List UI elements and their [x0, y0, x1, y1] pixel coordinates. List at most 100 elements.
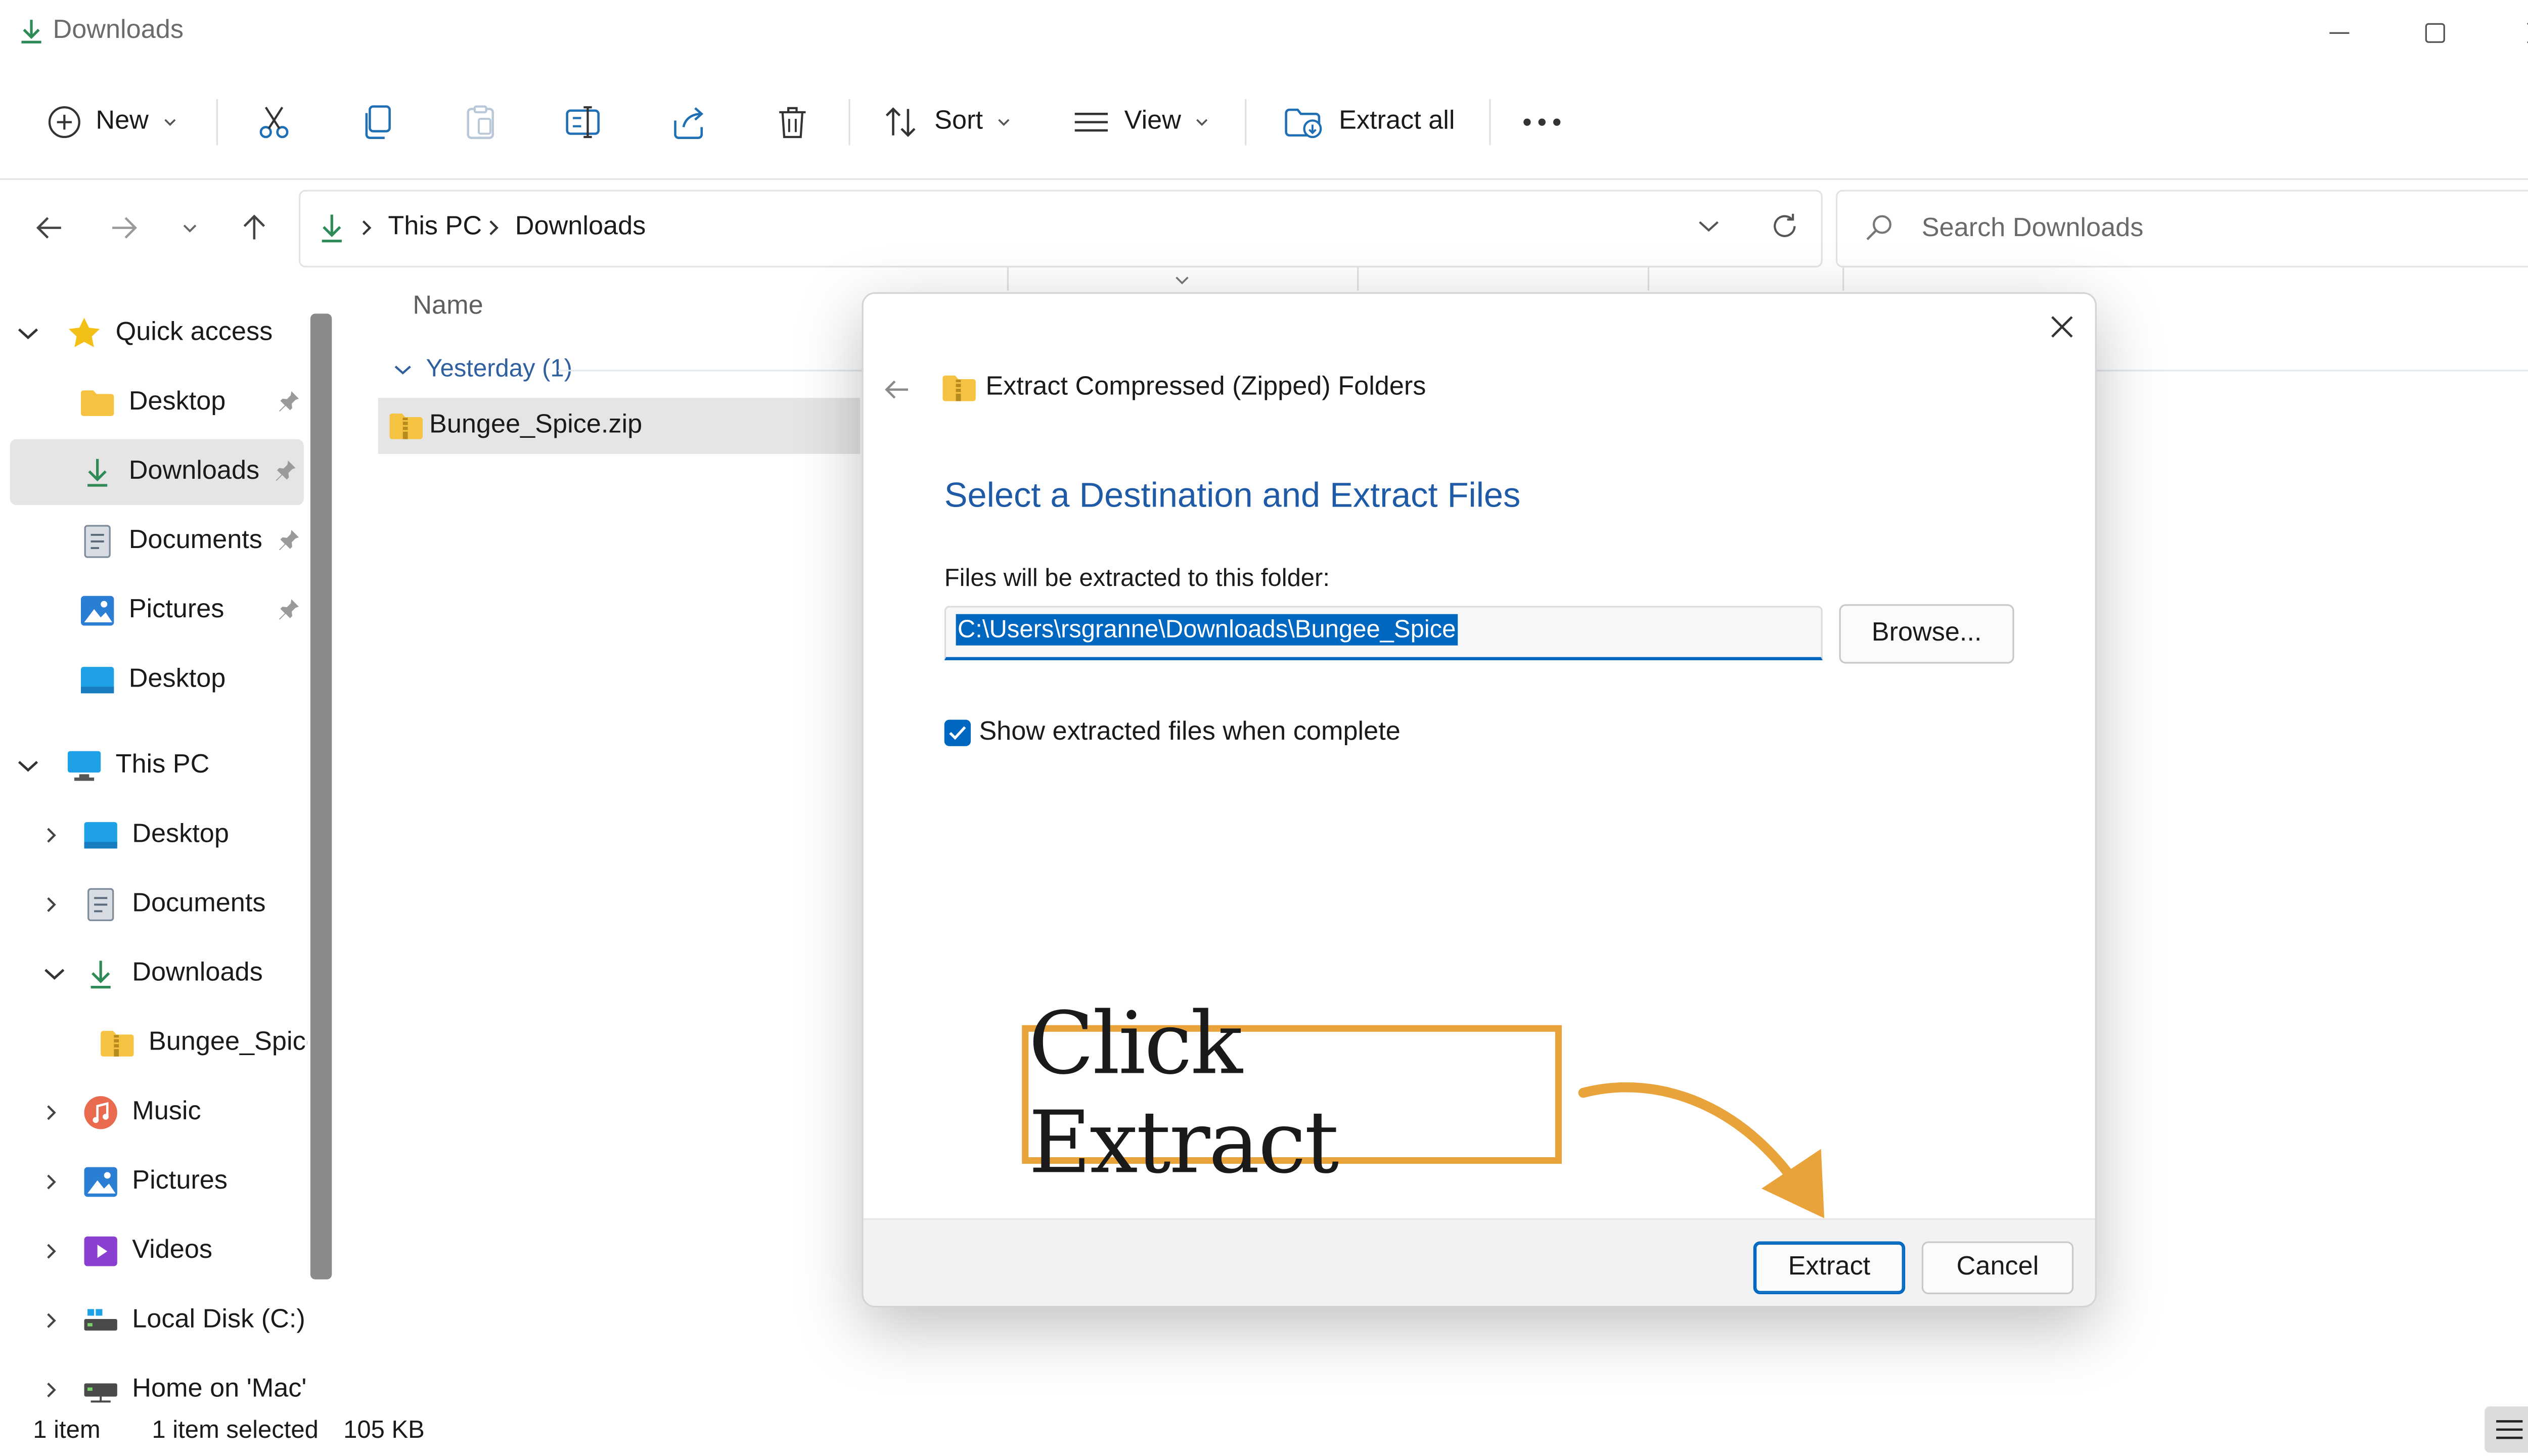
status-item-count: 1 item	[33, 1416, 101, 1445]
details-view-button[interactable]	[2485, 1406, 2528, 1453]
chevron-down-icon	[162, 114, 178, 130]
chevron-right-icon	[485, 218, 502, 238]
pin-icon[interactable]	[278, 390, 301, 413]
chevron-right-icon[interactable]	[43, 1103, 66, 1122]
dialog-header-title: Extract Compressed (Zipped) Folders	[985, 373, 1426, 401]
recent-locations-button[interactable]	[163, 201, 216, 254]
sidebar-item-desktop-2[interactable]: Desktop	[79, 647, 307, 713]
window-title: Downloads	[53, 16, 184, 45]
show-files-label: Show extracted files when complete	[979, 718, 1401, 746]
toolbar-divider	[1489, 99, 1491, 146]
chevron-right-icon[interactable]	[43, 1311, 66, 1331]
pin-icon[interactable]	[278, 528, 301, 552]
chevron-right-icon[interactable]	[43, 1242, 66, 1261]
title-bar: Downloads	[0, 0, 2528, 66]
maximize-button[interactable]	[2397, 7, 2473, 59]
cancel-button[interactable]: Cancel	[1921, 1241, 2074, 1294]
sidebar-item-pc-desktop[interactable]: Desktop	[43, 802, 307, 869]
sort-button[interactable]: Sort	[882, 93, 1013, 152]
pictures-icon	[82, 1164, 119, 1200]
pin-icon[interactable]	[274, 459, 297, 482]
arrow-left-icon	[883, 378, 910, 401]
browse-button[interactable]: Browse...	[1839, 604, 2014, 664]
sort-chevron-icon	[1174, 274, 1191, 287]
chevron-right-icon[interactable]	[43, 895, 66, 915]
sidebar-item-pc-documents[interactable]: Documents	[43, 872, 307, 938]
show-files-checkbox[interactable]	[944, 719, 971, 746]
command-bar: New Sort View Extract all	[0, 66, 2528, 180]
status-selected: 1 item selected	[152, 1416, 319, 1445]
group-header-yesterday[interactable]: Yesterday (1)	[393, 355, 572, 383]
delete-button[interactable]	[773, 93, 812, 152]
forward-button[interactable]	[98, 201, 150, 254]
sidebar-item-desktop[interactable]: Desktop	[79, 370, 307, 436]
drive-icon	[82, 1302, 119, 1339]
file-row[interactable]: Bungee_Spice.zip	[378, 397, 861, 454]
sidebar-scrollbar[interactable]	[310, 313, 332, 1280]
toolbar-divider	[216, 99, 218, 146]
column-header-name[interactable]: Name	[413, 292, 483, 322]
sidebar-item-videos[interactable]: Videos	[43, 1218, 307, 1285]
new-button[interactable]: New	[46, 93, 178, 152]
sidebar-item-documents[interactable]: Documents	[79, 509, 307, 575]
share-icon	[668, 102, 708, 142]
sidebar-item-downloads[interactable]: Downloads	[10, 439, 304, 506]
destination-path-value: C:\Users\rsgranne\Downloads\Bungee_Spice	[956, 614, 1458, 646]
breadcrumb-this-pc[interactable]: This PC	[388, 213, 482, 243]
up-button[interactable]	[228, 201, 281, 254]
dialog-footer: Extract Cancel	[863, 1218, 2095, 1306]
music-icon	[82, 1095, 119, 1131]
chevron-down-icon[interactable]	[43, 964, 66, 984]
extract-button[interactable]: Extract	[1753, 1241, 1906, 1294]
share-button[interactable]	[668, 93, 708, 152]
show-files-checkbox-row[interactable]: Show extracted files when complete	[944, 718, 1401, 748]
view-button[interactable]: View	[1071, 93, 1211, 152]
dialog-back-button[interactable]	[877, 370, 916, 409]
more-options-button[interactable]	[1519, 93, 1565, 152]
sidebar-item-pictures[interactable]: Pictures	[79, 578, 307, 644]
cut-button[interactable]	[254, 93, 294, 152]
sidebar-label: Desktop	[128, 388, 226, 416]
chevron-right-icon[interactable]	[43, 1172, 66, 1192]
address-bar[interactable]: This PC Downloads	[299, 190, 1823, 267]
rename-button[interactable]	[563, 93, 606, 152]
view-label: View	[1124, 107, 1181, 135]
download-arrow-icon	[82, 956, 119, 992]
chevron-right-icon[interactable]	[43, 826, 66, 845]
new-label: New	[96, 107, 149, 135]
pin-icon[interactable]	[278, 598, 301, 621]
search-box[interactable]: Search Downloads	[1836, 190, 2528, 267]
sidebar-item-pc-pictures[interactable]: Pictures	[43, 1149, 307, 1215]
sidebar-item-local-disk[interactable]: Local Disk (C:)	[43, 1288, 307, 1354]
navigation-pane: Quick access Desktop Downloads Documents…	[0, 278, 307, 1403]
sidebar-item-pc-downloads[interactable]: Downloads	[43, 941, 307, 1007]
column-divider	[1007, 267, 1009, 291]
sidebar-label: Documents	[132, 889, 266, 918]
dialog-close-button[interactable]	[2039, 304, 2085, 350]
sidebar-item-music[interactable]: Music	[43, 1080, 307, 1146]
chevron-right-icon	[358, 218, 375, 238]
sidebar-this-pc[interactable]: This PC	[17, 733, 307, 799]
address-history-chevron-icon[interactable]	[1697, 216, 1721, 236]
breadcrumb-downloads[interactable]: Downloads	[515, 213, 646, 243]
arrow-right-icon	[109, 213, 139, 243]
back-button[interactable]	[23, 201, 76, 254]
extract-all-label: Extract all	[1339, 107, 1455, 135]
sidebar-item-bungee-spice[interactable]: Bungee_Spice	[99, 1010, 307, 1076]
file-name: Bungee_Spice.zip	[429, 411, 643, 439]
destination-path-input[interactable]: C:\Users\rsgranne\Downloads\Bungee_Spice	[944, 606, 1823, 661]
close-window-button[interactable]	[2500, 7, 2528, 59]
minimize-button[interactable]	[2301, 7, 2377, 59]
copy-button[interactable]	[358, 93, 398, 152]
sidebar-label: Quick access	[115, 318, 273, 347]
toolbar-divider	[848, 99, 850, 146]
annotation-arrow-icon	[1576, 1073, 1840, 1230]
sidebar-label: Home on 'Mac'	[132, 1375, 307, 1403]
extract-all-button[interactable]: Extract all	[1283, 93, 1455, 152]
refresh-icon[interactable]	[1770, 211, 1799, 241]
clipboard-icon	[461, 102, 500, 142]
sort-label: Sort	[934, 107, 983, 135]
sidebar-quick-access[interactable]: Quick access	[17, 300, 307, 367]
paste-button[interactable]	[461, 93, 500, 152]
chevron-right-icon[interactable]	[43, 1380, 66, 1400]
